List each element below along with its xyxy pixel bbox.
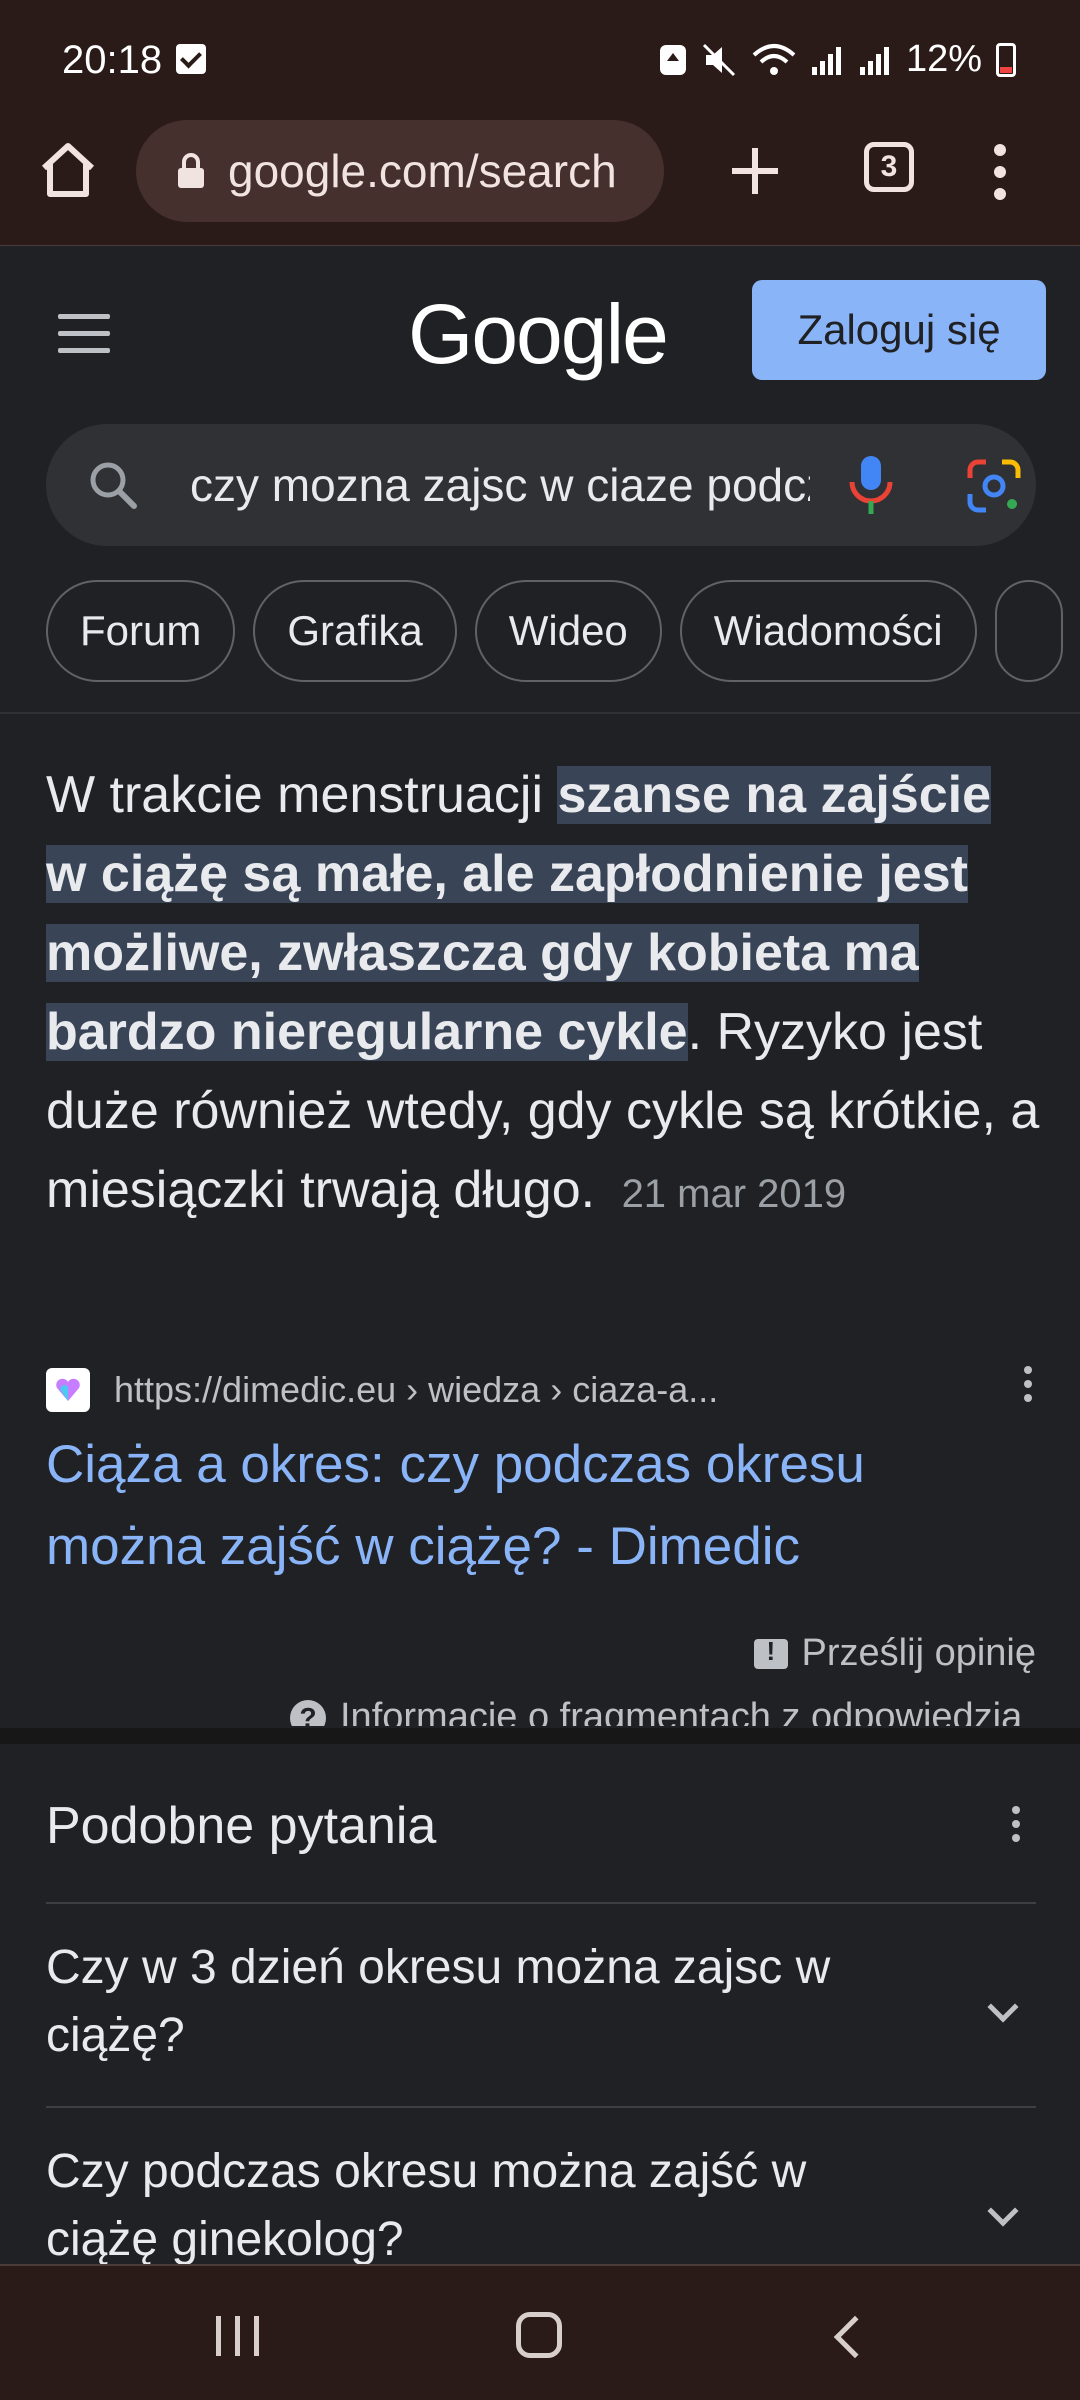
google-header: Google Zaloguj się bbox=[0, 246, 1080, 426]
battery-icon bbox=[996, 42, 1016, 77]
google-logo[interactable]: Google bbox=[408, 286, 669, 383]
help-icon: ? bbox=[290, 1700, 326, 1726]
recent-apps-icon[interactable] bbox=[216, 2316, 259, 2356]
search-input[interactable]: czy mozna zajsc w ciaze podczas okresu bbox=[190, 458, 810, 512]
microphone-icon[interactable] bbox=[846, 454, 896, 516]
search-bar[interactable]: czy mozna zajsc w ciaze podczas okresu bbox=[46, 424, 1036, 546]
battery-percent: 12% bbox=[905, 38, 982, 80]
site-favicon bbox=[46, 1368, 90, 1412]
chip-wideo[interactable]: Wideo bbox=[474, 580, 662, 682]
result-more-icon[interactable] bbox=[1024, 1366, 1036, 1406]
status-icons: 12% bbox=[658, 38, 1016, 81]
google-lens-icon[interactable] bbox=[966, 458, 1022, 514]
filter-chips: Forum Grafika Wideo Wiadomości bbox=[46, 580, 1080, 682]
status-bar: 20:18 12% bbox=[0, 0, 1080, 120]
feedback-icon bbox=[753, 1636, 788, 1669]
home-icon[interactable] bbox=[36, 138, 100, 202]
chip-forum[interactable]: Forum bbox=[46, 580, 236, 682]
status-time: 20:18 bbox=[62, 38, 163, 82]
chevron-down-icon bbox=[987, 2195, 1019, 2227]
snippet-date: 21 mar 2019 bbox=[621, 1172, 847, 1216]
home-nav-icon[interactable] bbox=[516, 2312, 562, 2358]
section-divider bbox=[0, 1728, 1080, 1744]
url-text: google.com/search bbox=[228, 145, 617, 197]
address-bar[interactable]: google.com/search bbox=[136, 120, 664, 222]
related-questions-more-icon[interactable] bbox=[1012, 1806, 1024, 1846]
chip-wiadomosci[interactable]: Wiadomości bbox=[679, 580, 977, 682]
browser-toolbar: google.com/search 3 bbox=[0, 120, 1080, 246]
back-icon[interactable] bbox=[833, 2315, 877, 2359]
related-question-text: Czy podczas okresu można zajść w ciążę g… bbox=[46, 2145, 807, 2266]
lock-icon bbox=[178, 153, 204, 188]
snippet-info-link[interactable]: ? Informacje o fragmentach z odpowiedzią bbox=[290, 1696, 1050, 1726]
feedback-label: Prześlij opinię bbox=[801, 1632, 1036, 1674]
signin-button[interactable]: Zaloguj się bbox=[752, 280, 1046, 380]
wifi-icon bbox=[752, 43, 796, 75]
chip-more[interactable] bbox=[994, 580, 1063, 682]
more-menu-icon[interactable] bbox=[990, 142, 1010, 202]
related-question-item[interactable]: Czy w 3 dzień okresu można zajsc w ciążę… bbox=[46, 1902, 1036, 2106]
notification-check-icon bbox=[176, 44, 206, 74]
recycle-icon bbox=[659, 44, 686, 75]
signal-icon-2 bbox=[859, 46, 889, 75]
snippet-text-before: W trakcie menstruacji bbox=[46, 766, 558, 824]
hamburger-menu-icon[interactable] bbox=[58, 314, 110, 354]
divider bbox=[0, 712, 1080, 714]
featured-snippet: W trakcie menstruacji szanse na zajście … bbox=[46, 756, 1040, 1234]
chevron-down-icon bbox=[987, 1991, 1019, 2023]
feedback-button[interactable]: Prześlij opinię bbox=[753, 1632, 1036, 1675]
system-navigation-bar bbox=[0, 2264, 1080, 2400]
result-title-link[interactable]: Ciąża a okres: czy podczas okresu można … bbox=[46, 1424, 1036, 1588]
related-question-text: Czy w 3 dzień okresu można zajsc w ciążę… bbox=[46, 1941, 831, 2062]
result-source[interactable]: https://dimedic.eu › wiedza › ciaza-a... bbox=[46, 1366, 1036, 1414]
info-label: Informacje o fragmentach z odpowiedzią bbox=[340, 1696, 1023, 1726]
search-icon bbox=[90, 462, 137, 509]
signal-icon bbox=[811, 46, 841, 75]
result-url: https://dimedic.eu › wiedza › ciaza-a... bbox=[114, 1369, 719, 1410]
tab-switcher-button[interactable]: 3 bbox=[864, 142, 914, 192]
mute-icon bbox=[702, 43, 735, 76]
related-questions-title: Podobne pytania bbox=[46, 1797, 437, 1855]
chip-grafika[interactable]: Grafika bbox=[253, 580, 457, 682]
new-tab-icon[interactable] bbox=[722, 138, 788, 204]
related-questions-list: Czy w 3 dzień okresu można zajsc w ciążę… bbox=[46, 1902, 1036, 2310]
